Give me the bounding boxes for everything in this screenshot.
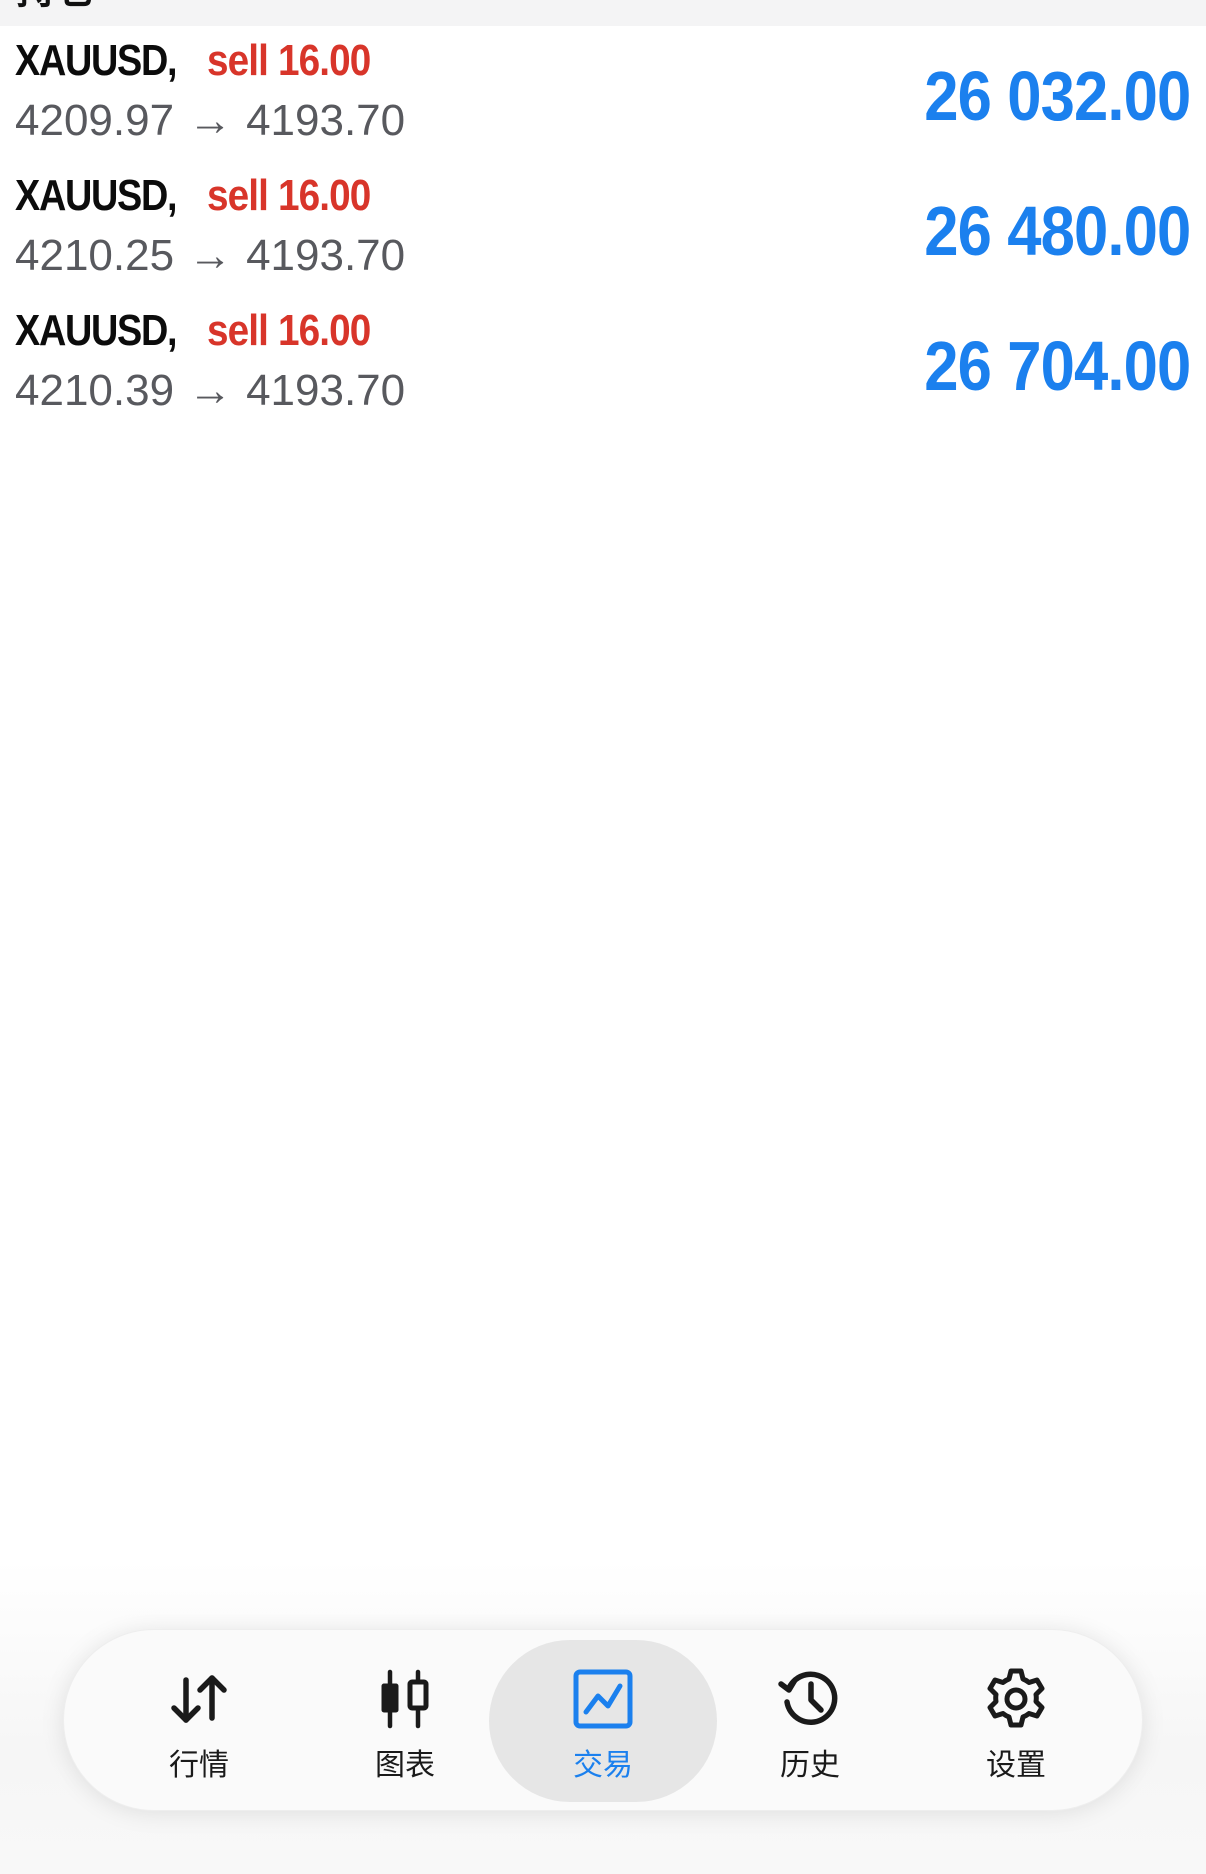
section-title: 持仓 — [16, 0, 96, 10]
tab-settings[interactable]: 设置 — [902, 1640, 1130, 1802]
tab-history[interactable]: 历史 — [696, 1640, 924, 1802]
open-price: 4210.25 — [15, 231, 175, 280]
trade-chart-icon — [573, 1669, 633, 1729]
position-line-prices: 4209.97 → 4193.70 — [15, 96, 405, 146]
position-row[interactable]: XAUUSD, sell 16.00 4210.39 → 4193.70 26 70… — [0, 296, 1206, 431]
section-header: 持仓 — [0, 0, 1206, 26]
tab-label: 行情 — [169, 1748, 229, 1783]
price-arrow: → — [188, 231, 233, 280]
position-trade-type: sell 16.00 — [207, 171, 371, 220]
position-row[interactable]: XAUUSD, sell 16.00 4210.25 → 4193.70 26 48… — [0, 161, 1206, 296]
position-line-primary: XAUUSD, sell 16.00 — [15, 306, 371, 356]
quotes-arrows-icon — [171, 1675, 227, 1723]
position-line-prices: 4210.39 → 4193.70 — [15, 366, 405, 416]
position-symbol: XAUUSD, — [15, 171, 178, 220]
position-profit: 26 704.00 — [923, 327, 1191, 405]
current-price: 4193.70 — [246, 366, 406, 415]
tab-label: 图表 — [375, 1748, 435, 1783]
position-row[interactable]: XAUUSD, sell 16.00 4209.97 → 4193.70 26 03… — [0, 26, 1206, 161]
trade-screen: 持仓 XAUUSD, sell 16.00 4209.97 → 4193.70 26… — [0, 0, 1206, 1874]
position-profit: 26 032.00 — [923, 57, 1191, 135]
position-profit: 26 480.00 — [923, 192, 1191, 270]
position-symbol: XAUUSD, — [15, 306, 178, 355]
position-symbol: XAUUSD, — [15, 36, 178, 85]
price-arrow: → — [188, 96, 233, 145]
tab-label: 交易 — [573, 1748, 633, 1783]
bottom-tab-bar: 行情 图表 交易 历史 设置 — [63, 1629, 1143, 1811]
history-clock-icon — [778, 1671, 838, 1725]
gear-icon — [987, 1668, 1045, 1728]
candlestick-chart-icon — [381, 1669, 429, 1729]
position-line-primary: XAUUSD, sell 16.00 — [15, 171, 371, 221]
tab-label: 历史 — [780, 1748, 840, 1783]
tab-label: 设置 — [986, 1748, 1046, 1783]
open-price: 4209.97 — [15, 96, 175, 145]
position-trade-type: sell 16.00 — [207, 36, 371, 85]
current-price: 4193.70 — [246, 96, 406, 145]
open-price: 4210.39 — [15, 366, 175, 415]
position-trade-type: sell 16.00 — [207, 306, 371, 355]
tab-trade[interactable]: 交易 — [489, 1640, 717, 1802]
position-line-primary: XAUUSD, sell 16.00 — [15, 36, 371, 86]
current-price: 4193.70 — [246, 231, 406, 280]
position-line-prices: 4210.25 → 4193.70 — [15, 231, 405, 281]
price-arrow: → — [188, 366, 233, 415]
positions-list: XAUUSD, sell 16.00 4209.97 → 4193.70 26 03… — [0, 26, 1206, 431]
tab-quotes[interactable]: 行情 — [85, 1640, 313, 1802]
tab-charts[interactable]: 图表 — [291, 1640, 519, 1802]
